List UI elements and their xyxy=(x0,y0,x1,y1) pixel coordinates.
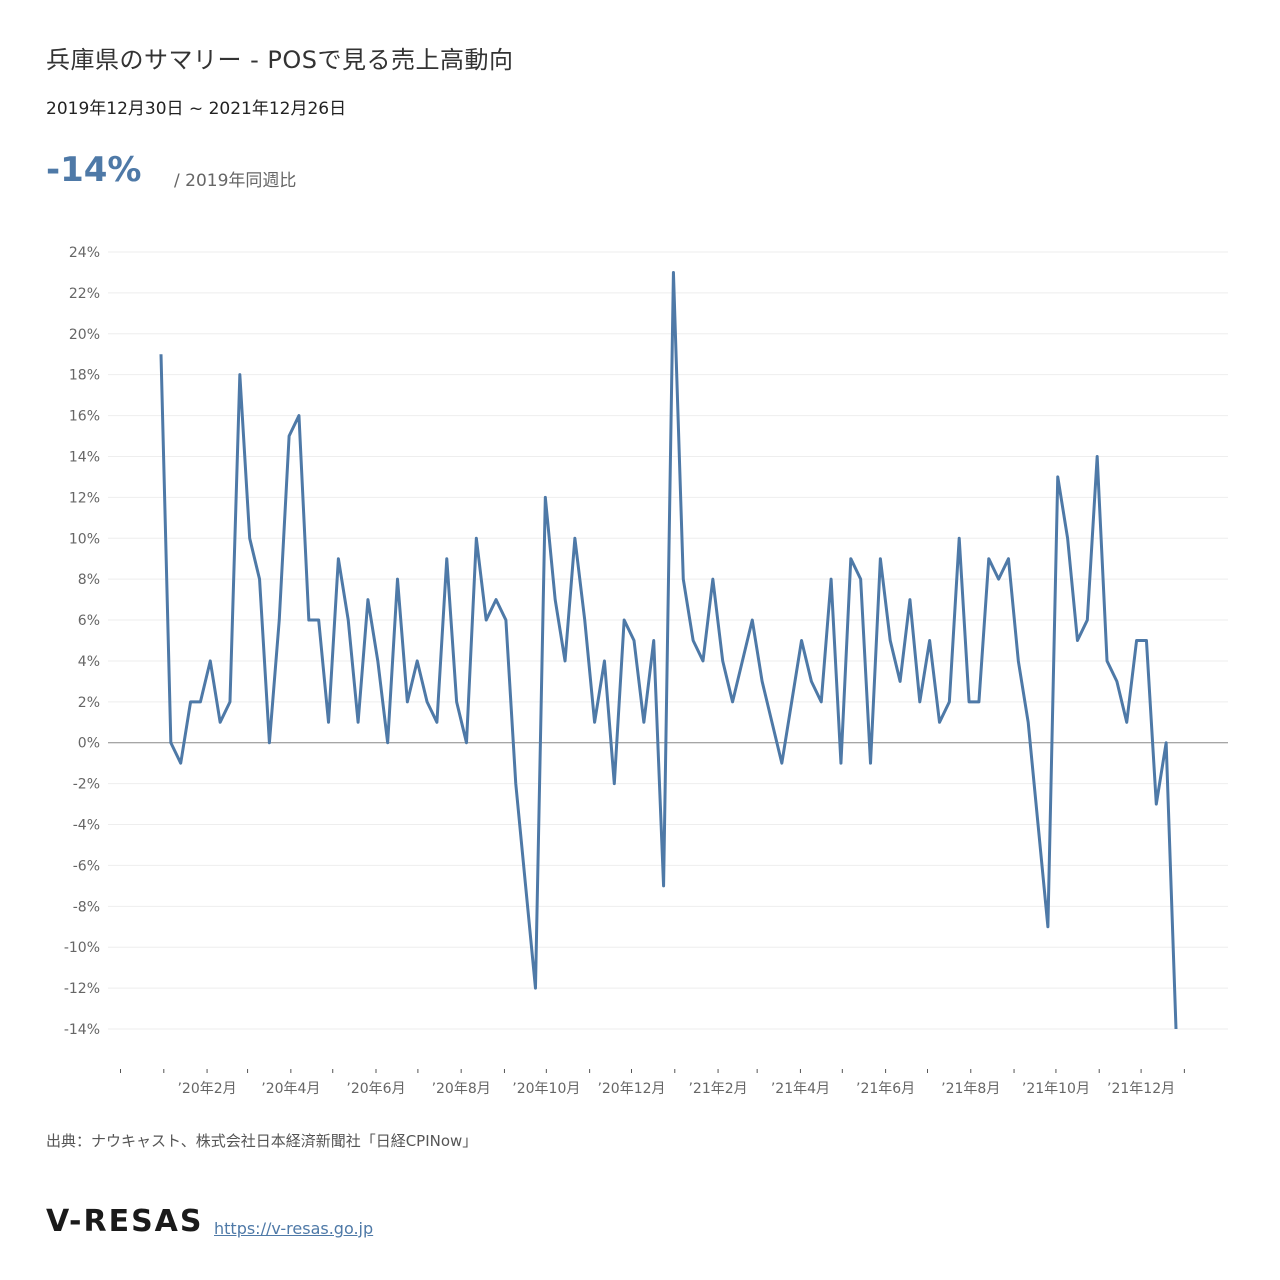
x-tick-label: ’20年4月 xyxy=(261,1081,320,1097)
y-tick-label: 24% xyxy=(69,245,100,261)
x-tick-label: ’20年8月 xyxy=(432,1081,491,1097)
y-tick-label: 16% xyxy=(69,409,100,425)
y-tick-label: 20% xyxy=(69,327,100,343)
y-tick-label: 10% xyxy=(69,531,100,547)
y-tick-label: 6% xyxy=(78,613,100,629)
y-tick-label: -2% xyxy=(73,777,100,793)
y-tick-label: 4% xyxy=(78,654,100,670)
x-tick-label: ’20年2月 xyxy=(177,1081,236,1097)
v-resas-logo: V-RESAS xyxy=(46,1204,204,1239)
y-axis-ticks: 24% 22% 20% 18% 16% 14% 12% 10% 8% 6% 4% 2% 0% -2% -4%… xyxy=(64,245,100,1038)
y-tick-label: -10% xyxy=(64,940,100,956)
y-tick-label: 22% xyxy=(69,286,100,302)
y-tick-label: -4% xyxy=(73,818,100,834)
x-tick-label: ’21年10月 xyxy=(1022,1081,1090,1097)
y-tick-label: -14% xyxy=(64,1022,100,1038)
x-tick-label: ’20年10月 xyxy=(512,1081,580,1097)
x-tick-label: ’21年12月 xyxy=(1107,1081,1175,1097)
y-tick-label: 12% xyxy=(69,490,100,506)
y-tick-label: 8% xyxy=(78,572,100,588)
y-tick-label: -8% xyxy=(73,899,100,915)
x-tick-label: ’20年6月 xyxy=(346,1081,405,1097)
x-tick-label: ’21年2月 xyxy=(688,1081,747,1097)
series-line xyxy=(159,270,1178,1030)
line-chart: 24% 22% 20% 18% 16% 14% 12% 10% 8% 6% 4% 2% 0% -2% -4%… xyxy=(64,245,1228,1097)
x-tick-label: ’21年6月 xyxy=(856,1081,915,1097)
y-tick-label: 0% xyxy=(78,736,100,752)
x-tick-label: ’20年12月 xyxy=(597,1081,665,1097)
x-axis-ticks: ’20年2月 ’20年4月 ’20年6月 ’20年8月 ’20年10月 ’20年12月 ’2… xyxy=(120,1069,1185,1097)
y-tick-label: 2% xyxy=(78,695,100,711)
source-note: 出典：ナウキャスト、株式会社日本経済新聞社「日経CPINow」 xyxy=(46,1132,478,1150)
y-tick-label: -6% xyxy=(73,858,100,874)
site-link[interactable]: https://v-resas.go.jp xyxy=(214,1219,373,1238)
x-tick-label: ’21年4月 xyxy=(771,1081,830,1097)
y-tick-label: 14% xyxy=(69,449,100,465)
y-tick-label: -12% xyxy=(64,981,100,997)
y-tick-label: 18% xyxy=(69,368,100,384)
x-tick-label: ’21年8月 xyxy=(941,1081,1000,1097)
